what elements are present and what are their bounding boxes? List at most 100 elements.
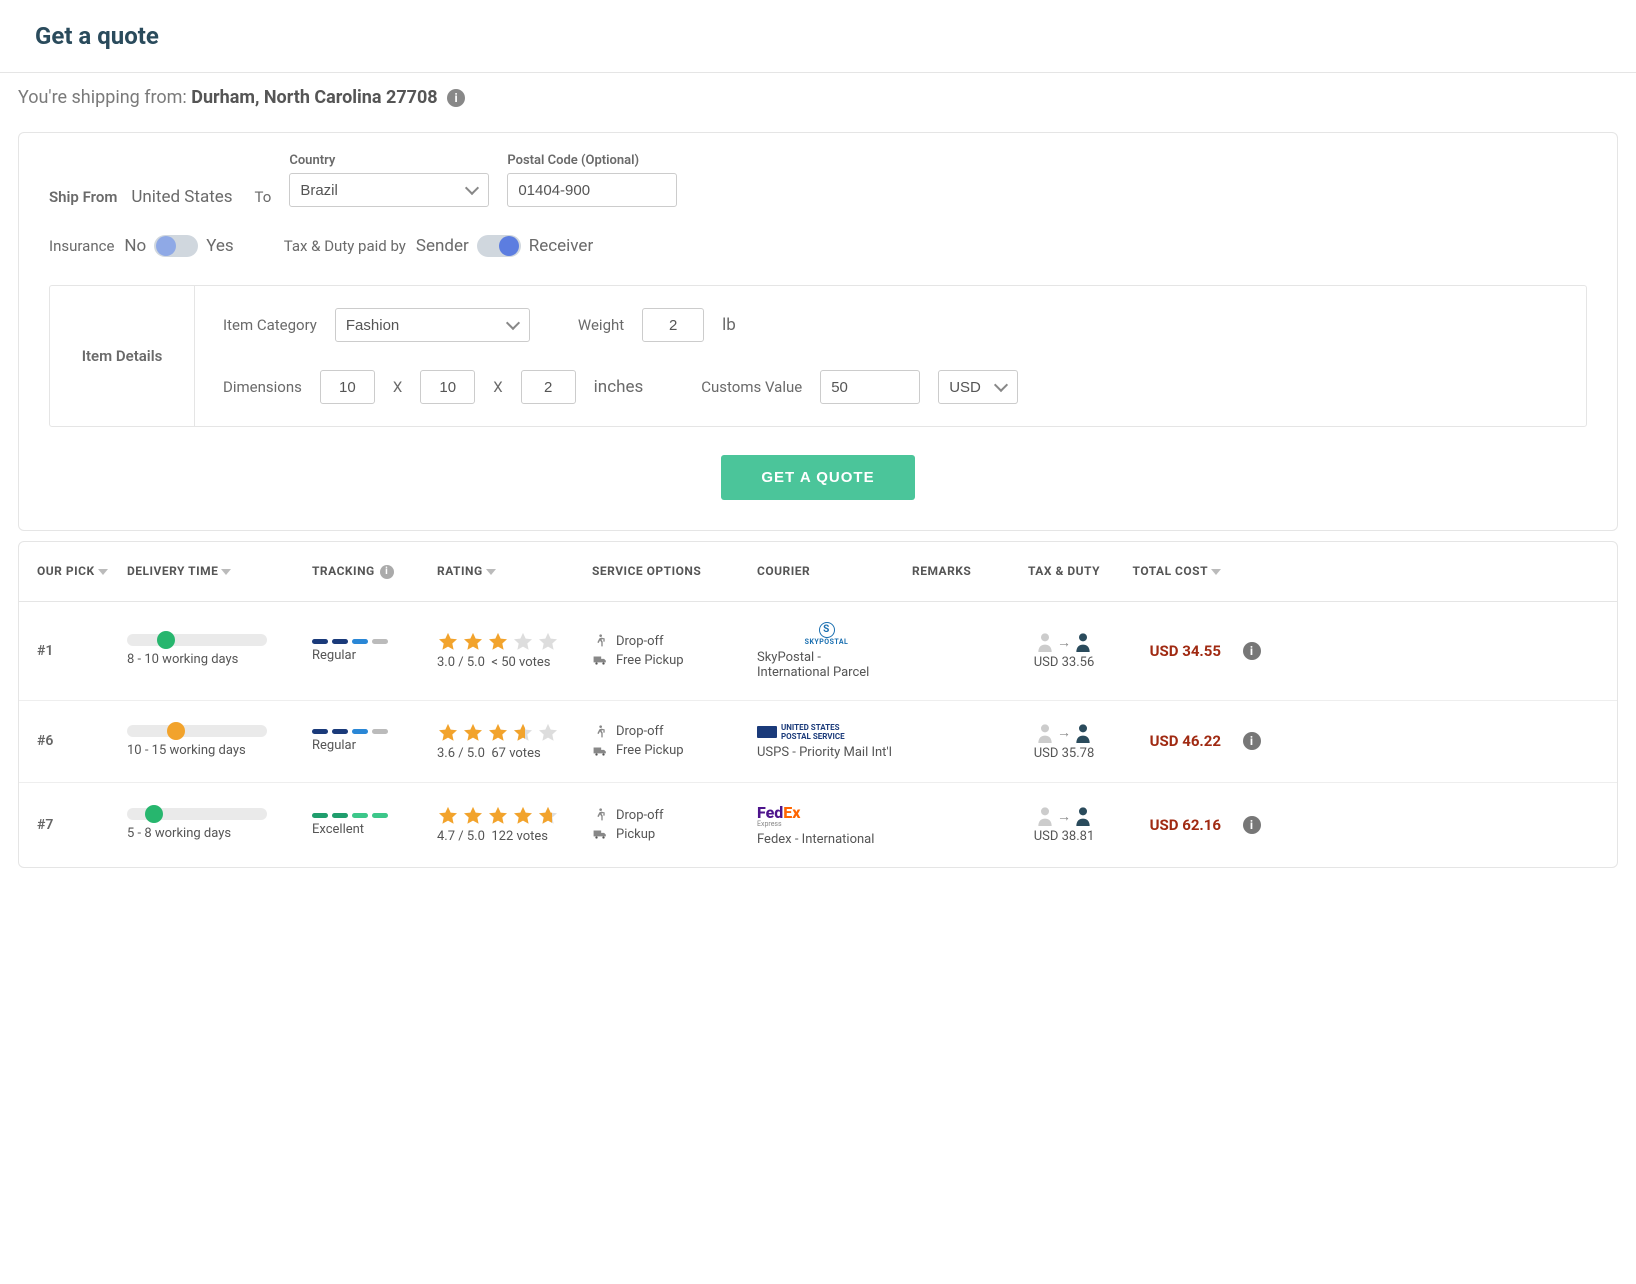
truck-icon [592,826,608,842]
delivery-time-dot [157,631,175,649]
courier-logo-fedex: FedExExpress [757,803,896,828]
arrow-icon: → [1057,808,1071,825]
delivery-time-bar [127,725,267,737]
row-info-icon[interactable]: i [1243,732,1261,750]
tracking-segment [312,639,328,644]
currency-select[interactable]: USD [938,370,1018,404]
courier-name: SkyPostal - International Parcel [757,650,896,680]
insurance-label: Insurance [49,237,114,255]
star-icon [462,631,484,653]
item-category-select[interactable]: Fashion [335,308,530,342]
delivery-time-text: 5 - 8 working days [127,826,296,841]
star-icon [462,722,484,744]
courier-cell: UNITED STATESPOSTAL SERVICE USPS - Prior… [749,723,904,760]
rating-votes: 122 votes [491,829,548,844]
rating-votes: < 50 votes [491,655,550,670]
postal-input[interactable] [507,173,677,207]
col-rating[interactable]: RATING [429,564,584,578]
star-icon [512,722,534,744]
tax-cell: → USD 33.56 [1019,631,1109,670]
country-select[interactable]: Brazil [289,173,489,207]
ship-from-value: United States [131,187,232,207]
delivery-time-dot [167,722,185,740]
star-icon [487,805,509,827]
dim-length-input[interactable] [320,370,375,404]
tracking-segment [312,729,328,734]
tax-amount: USD 35.78 [1027,746,1101,761]
star-icon [537,722,559,744]
total-cost: USD 34.55 [1109,642,1229,660]
insurance-toggle[interactable] [154,235,198,257]
sender-person-icon [1037,631,1053,653]
tracking-segment [312,813,328,818]
row-info-icon[interactable]: i [1243,816,1261,834]
arrow-icon: → [1057,724,1071,741]
walk-icon [592,724,608,740]
sender-person-icon [1037,722,1053,744]
ship-from-info-icon[interactable]: i [447,89,465,107]
star-icon [437,631,459,653]
courier-logo-skypostal: SSKYPOSTAL [757,622,896,646]
tracking-info-icon[interactable]: i [380,565,394,579]
sender-person-icon [1037,805,1053,827]
star-icon [487,631,509,653]
customs-value-label: Customs Value [701,378,802,396]
star-icon [462,805,484,827]
tax-cell: → USD 38.81 [1019,805,1109,844]
rating-score: 4.7 / 5.0 [437,829,485,844]
table-row[interactable]: #1 8 - 10 working days Regular 3.0 / 5.0… [19,602,1617,701]
insurance-no: No [124,236,146,256]
star-icon [512,805,534,827]
pick-rank: #1 [29,643,119,659]
tracking-segment [372,729,388,734]
truck-icon [592,652,608,668]
customs-value-input[interactable] [820,370,920,404]
star-icon [437,722,459,744]
col-time[interactable]: DELIVERY TIME [119,564,304,578]
rating-votes: 67 votes [491,746,540,761]
dimensions-label: Dimensions [223,378,302,396]
dim-x2: X [493,378,502,396]
walk-icon [592,807,608,823]
col-courier: COURIER [749,564,904,578]
col-service: SERVICE OPTIONS [584,564,749,578]
dim-x1: X [393,378,402,396]
table-row[interactable]: #6 10 - 15 working days Regular 3.6 / 5.… [19,701,1617,783]
rating-score: 3.6 / 5.0 [437,746,485,761]
delivery-time-cell: 8 - 10 working days [119,634,304,667]
dim-height-input[interactable] [521,370,576,404]
tracking-segment [372,813,388,818]
weight-unit: lb [722,315,736,335]
insurance-yes: Yes [206,236,233,256]
weight-input[interactable] [642,308,704,342]
item-details-box: Item Details Item Category Fashion Weigh… [49,285,1587,427]
tracking-segment [332,729,348,734]
tracking-text: Regular [312,648,421,663]
pick-rank: #7 [29,817,119,833]
sort-caret-icon [221,569,231,575]
star-icon [537,805,559,827]
tax-amount: USD 33.56 [1027,655,1101,670]
total-cost: USD 62.16 [1109,816,1229,834]
col-remarks: REMARKS [904,564,1019,578]
delivery-time-cell: 5 - 8 working days [119,808,304,841]
col-tax: TAX & DUTY [1019,564,1109,578]
get-quote-button[interactable]: GET A QUOTE [721,455,914,500]
ship-from-location: Durham, North Carolina 27708 [191,87,437,108]
tracking-text: Regular [312,738,421,753]
service-dropoff: Drop-off [616,634,664,649]
item-category-label: Item Category [223,316,317,334]
to-label: To [255,188,272,206]
col-pick[interactable]: OUR PICK [29,564,119,578]
dim-width-input[interactable] [420,370,475,404]
taxduty-toggle[interactable] [477,235,521,257]
row-info-icon[interactable]: i [1243,642,1261,660]
delivery-time-dot [145,805,163,823]
country-label: Country [289,153,489,168]
tracking-segment [332,813,348,818]
rating-cell: 3.6 / 5.0 67 votes [429,722,584,761]
receiver-person-icon [1075,631,1091,653]
table-row[interactable]: #7 5 - 8 working days Excellent 4.7 / 5.… [19,783,1617,867]
pick-rank: #6 [29,733,119,749]
col-total[interactable]: TOTAL COST [1109,564,1229,578]
